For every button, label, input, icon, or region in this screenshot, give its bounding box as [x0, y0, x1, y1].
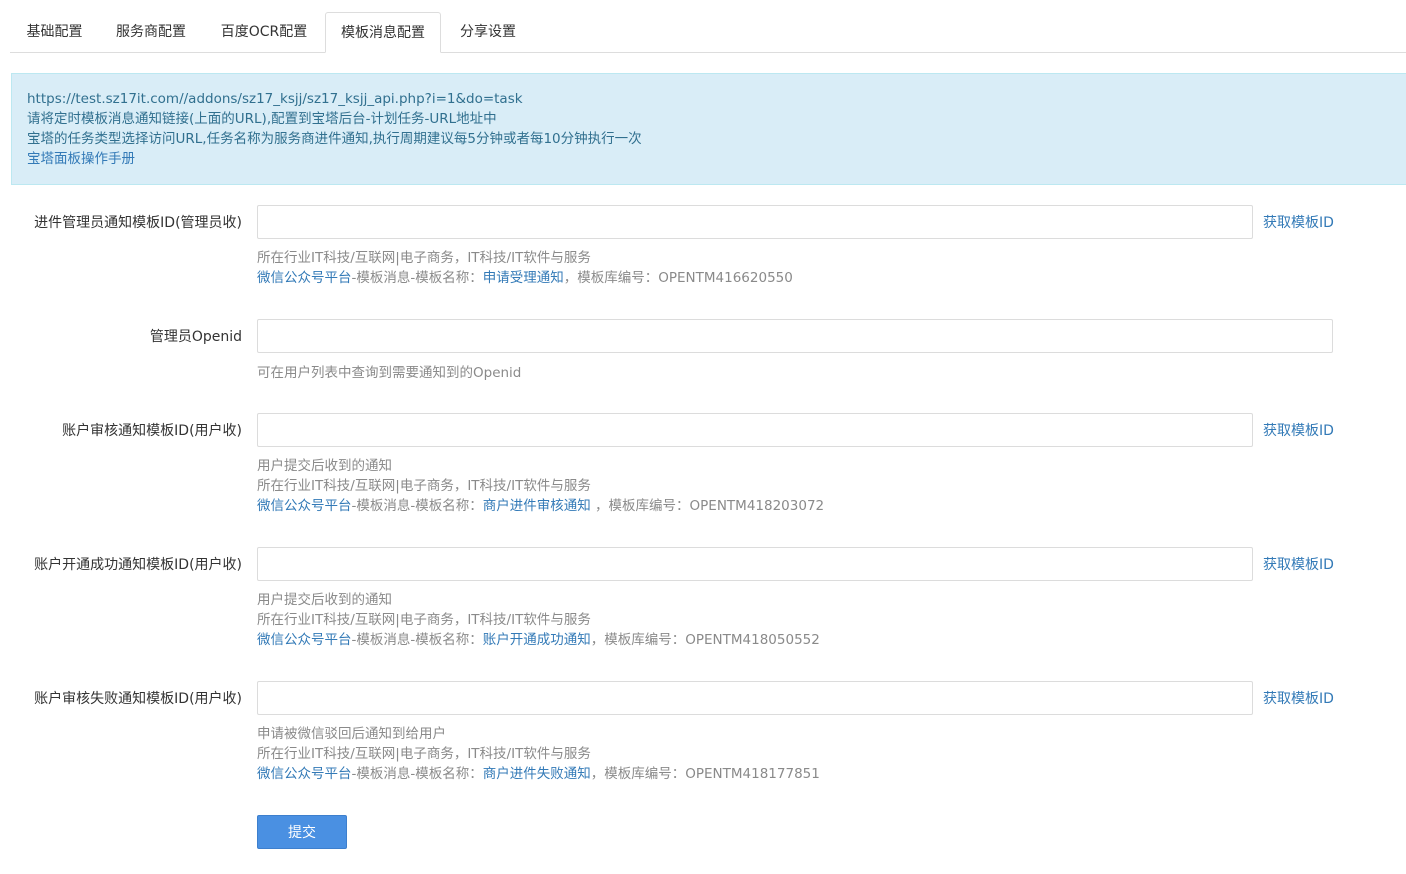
template-source-line: 微信公众号平台-模板消息-模板名称：商户进件审核通知 ，模板库编号：OPENTM…	[257, 496, 824, 516]
template-code-text: ，模板库编号：OPENTM418177851	[590, 766, 820, 782]
notice-line-1: 请将定时模板消息通知链接(上面的URL),配置到宝塔后台-计划任务-URL地址中	[27, 111, 497, 127]
admin-template-input[interactable]	[257, 205, 1253, 239]
cron-url: https://test.sz17it.com//addons/sz17_ksj…	[27, 91, 523, 107]
success-template-help: 用户提交后收到的通知 所在行业IT科技/互联网|电子商务，IT科技/IT软件与服…	[257, 590, 820, 650]
tab-share-settings[interactable]: 分享设置	[441, 12, 535, 53]
template-code-text: ，模板库编号：OPENTM416620550	[563, 270, 793, 286]
admin-template-label: 进件管理员通知模板ID(管理员收)	[34, 215, 242, 231]
template-name-link[interactable]: 申请受理通知	[483, 270, 564, 286]
bt-manual-link[interactable]: 宝塔面板操作手册	[27, 149, 1391, 169]
tab-provider-config[interactable]: 服务商配置	[99, 12, 203, 53]
success-template-input[interactable]	[257, 547, 1253, 581]
note-text: 用户提交后收到的通知	[257, 592, 392, 608]
notice-line-2: 宝塔的任务类型选择访问URL,任务名称为服务商进件通知,执行周期建议每5分钟或者…	[27, 131, 642, 147]
fail-template-help: 申请被微信驳回后通知到给用户 所在行业IT科技/互联网|电子商务，IT科技/IT…	[257, 724, 820, 784]
industry-text: 所在行业IT科技/互联网|电子商务，IT科技/IT软件与服务	[257, 612, 591, 628]
template-code-text: ，模板库编号：OPENTM418050552	[590, 632, 820, 648]
template-path-text: -模板消息-模板名称：	[351, 632, 483, 648]
template-path-text: -模板消息-模板名称：	[351, 498, 483, 514]
template-name-link[interactable]: 商户进件失败通知	[483, 766, 591, 782]
tab-template-message-config[interactable]: 模板消息配置	[325, 12, 441, 53]
wechat-mp-platform-link[interactable]: 微信公众号平台	[257, 270, 352, 286]
industry-text: 所在行业IT科技/互联网|电子商务，IT科技/IT软件与服务	[257, 746, 591, 762]
template-source-line: 微信公众号平台-模板消息-模板名称：商户进件失败通知，模板库编号：OPENTM4…	[257, 764, 820, 784]
industry-text: 所在行业IT科技/互联网|电子商务，IT科技/IT软件与服务	[257, 250, 591, 266]
template-name-link[interactable]: 账户开通成功通知	[483, 632, 591, 648]
admin-template-help: 所在行业IT科技/互联网|电子商务，IT科技/IT软件与服务 微信公众号平台-模…	[257, 248, 793, 288]
fail-template-input[interactable]	[257, 681, 1253, 715]
review-template-label: 账户审核通知模板ID(用户收)	[62, 423, 242, 439]
note-text: 用户提交后收到的通知	[257, 458, 392, 474]
fail-template-label: 账户审核失败通知模板ID(用户收)	[34, 691, 242, 707]
admin-template-fetch-link[interactable]: 获取模板ID	[1263, 212, 1334, 232]
review-template-fetch-link[interactable]: 获取模板ID	[1263, 420, 1334, 440]
admin-openid-input[interactable]	[257, 319, 1333, 353]
template-source-line: 微信公众号平台-模板消息-模板名称：账户开通成功通知，模板库编号：OPENTM4…	[257, 630, 820, 650]
review-template-help: 用户提交后收到的通知 所在行业IT科技/互联网|电子商务，IT科技/IT软件与服…	[257, 456, 824, 516]
template-code-text: ，模板库编号：OPENTM418203072	[590, 498, 825, 514]
fail-template-fetch-link[interactable]: 获取模板ID	[1263, 688, 1334, 708]
template-source-line: 微信公众号平台-模板消息-模板名称：申请受理通知，模板库编号：OPENTM416…	[257, 268, 793, 288]
admin-openid-label: 管理员Openid	[149, 329, 242, 345]
success-template-fetch-link[interactable]: 获取模板ID	[1263, 554, 1334, 574]
tab-baidu-ocr-config[interactable]: 百度OCR配置	[203, 12, 325, 53]
tab-basic-config[interactable]: 基础配置	[10, 12, 99, 53]
industry-text: 所在行业IT科技/互联网|电子商务，IT科技/IT软件与服务	[257, 478, 591, 494]
admin-openid-hint: 可在用户列表中查询到需要通知到的Openid	[257, 365, 522, 381]
tab-bar: 基础配置 服务商配置 百度OCR配置 模板消息配置 分享设置	[10, 12, 1406, 53]
cron-notice-box: https://test.sz17it.com//addons/sz17_ksj…	[11, 73, 1406, 185]
success-template-label: 账户开通成功通知模板ID(用户收)	[34, 557, 242, 573]
note-text: 申请被微信驳回后通知到给用户	[257, 726, 446, 742]
template-path-text: -模板消息-模板名称：	[351, 766, 483, 782]
template-name-link[interactable]: 商户进件审核通知	[483, 498, 591, 514]
wechat-mp-platform-link[interactable]: 微信公众号平台	[257, 498, 352, 514]
submit-button[interactable]: 提交	[257, 815, 347, 849]
review-template-input[interactable]	[257, 413, 1253, 447]
template-path-text: -模板消息-模板名称：	[351, 270, 483, 286]
wechat-mp-platform-link[interactable]: 微信公众号平台	[257, 632, 352, 648]
wechat-mp-platform-link[interactable]: 微信公众号平台	[257, 766, 352, 782]
